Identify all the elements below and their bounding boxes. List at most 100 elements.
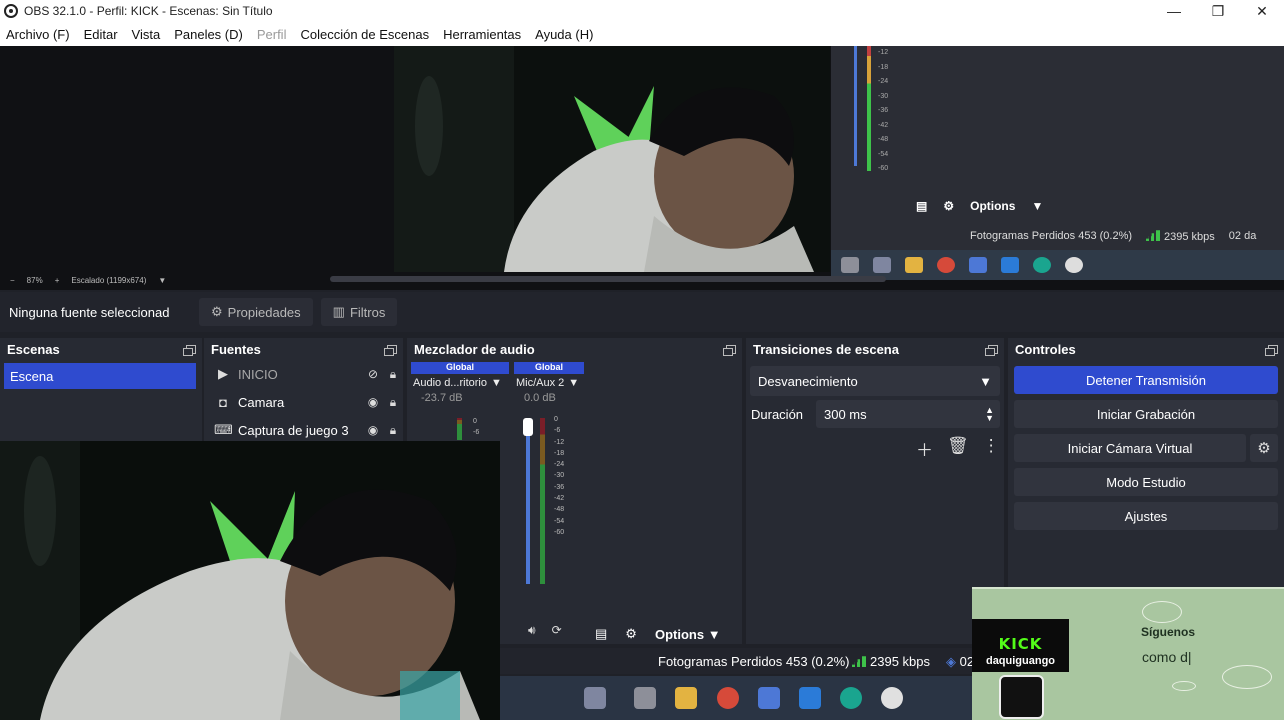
gamepad-icon: ⌨ [214,422,233,437]
window-title: OBS 32.1.0 - Perfil: KICK - Escenas: Sin… [24,4,273,18]
menu-perfil[interactable]: Perfil [257,27,287,42]
preview-scrollbar[interactable] [330,276,886,282]
scaling-label: Escalado (1199x674) [71,275,147,285]
source-item[interactable]: ▶ INICIO ⊘ 🔒︎ [204,360,403,388]
stream-time: ◈ 02 [946,654,975,669]
lock-icon[interactable]: 🔒︎ [383,395,403,410]
caret-down-icon: ▼ [979,373,992,389]
menu-bar: Archivo (F) Editar Vista Paneles (D) Per… [0,22,1284,46]
volume-fader-knob[interactable] [523,418,533,436]
undock-icon[interactable] [183,344,196,356]
chrome-icon[interactable] [717,687,739,709]
lock-icon[interactable]: 🔒︎ [383,367,403,382]
edge-icon[interactable] [840,687,862,709]
menu-paneles[interactable]: Paneles (D) [174,27,243,42]
undock-icon[interactable] [723,344,736,356]
studio-mode-button[interactable]: Modo Estudio [1014,468,1278,496]
menu-herramientas[interactable]: Herramientas [443,27,521,42]
webcam-person-illustration [394,46,830,272]
mixer-title: Mezclador de audio [414,341,535,357]
caret-down-icon: ▼ [490,377,502,389]
source-toolbar: Ninguna fuente seleccionad ⚙ Propiedades… [0,292,1284,332]
camera-icon: ◘ [219,394,227,410]
meter-ticks: 0 -6 [473,418,480,437]
cloud-decoration [1172,681,1196,691]
hidden-eye-icon[interactable]: ⊘ [363,367,383,381]
lock-icon[interactable]: 🔒︎ [383,423,403,438]
overlay-layout-icon: ▤ [916,199,928,213]
scene-item[interactable]: Escena [4,363,196,389]
menu-editar[interactable]: Editar [84,27,118,42]
volume-fader-track[interactable] [526,426,530,584]
taskbar-app-icon[interactable] [634,687,656,709]
gear-icon[interactable]: ⚙ [625,626,637,642]
source-item[interactable]: ⌨ Captura de juego 3 ◉ 🔒︎ [204,416,403,444]
overlay-audio-meter [854,46,871,176]
mail-icon[interactable] [799,687,821,709]
play-icon: ▶ [218,366,228,381]
title-bar: OBS 32.1.0 - Perfil: KICK - Escenas: Sin… [0,0,1284,22]
store-icon[interactable] [758,687,780,709]
dropped-frames: Fotogramas Perdidos 453 (0.2%) [658,654,850,669]
trash-icon[interactable]: 🗑︎ [947,436,969,461]
channel-name-dropdown[interactable]: Mic/Aux 2 ▼ [514,374,584,392]
meter-ticks: 0 -6 -12 -18 -24 -30 -36 -42 -48 -54 -60 [554,416,565,536]
channel-tag: Global [514,362,584,374]
overlay-app-icon [873,257,891,273]
virtual-cam-settings-icon[interactable]: ⚙ [1250,434,1278,462]
menu-coleccion-escenas[interactable]: Colección de Escenas [300,27,429,42]
start-recording-button[interactable]: Iniciar Grabación [1014,400,1278,428]
webcam-overlay-image [0,441,500,720]
monitor-icon[interactable]: ⟳ [552,623,562,638]
duration-row: Duración 300 ms ▲ ▼ [750,400,1000,428]
window-controls: — ❐ ✕ [1152,0,1284,22]
more-icon[interactable]: ⋮ [983,436,1000,461]
undock-icon[interactable] [985,344,998,356]
channel-name-dropdown[interactable]: Audio d...ritorio ▼ [411,374,509,392]
options-button[interactable]: Options ▼ [655,627,721,642]
filters-button[interactable]: ▥ Filtros [320,298,398,326]
no-source-label: Ninguna fuente seleccionad [9,304,169,320]
menu-vista[interactable]: Vista [132,27,161,42]
overlay-mixer-toolbar: ▤ ⚙ Options ▼ [916,199,1043,213]
speaker-icon[interactable]: 🔊︎ [528,623,536,638]
overlay-store-icon [969,257,987,273]
transitions-title: Transiciones de escena [753,341,899,357]
undock-icon[interactable] [384,344,397,356]
menu-archivo[interactable]: Archivo (F) [6,27,70,42]
start-virtual-camera-button[interactable]: Iniciar Cámara Virtual [1014,434,1246,462]
transition-select[interactable]: Desvanecimiento ▼ [750,366,1000,396]
obs-icon[interactable] [881,687,903,709]
source-item[interactable]: ◘ Camara ◉ 🔒︎ [204,388,403,416]
taskbar-app-icon[interactable] [584,687,606,709]
eye-icon[interactable]: ◉ [363,423,383,437]
follow-subtext: como d| [1142,649,1192,665]
virtual-cam-row: Iniciar Cámara Virtual ⚙ [1014,434,1278,462]
zoom-out-icon[interactable]: − [10,276,15,285]
zoom-in-icon[interactable]: + [55,276,60,285]
maximize-button[interactable]: ❐ [1196,0,1240,22]
menu-ayuda[interactable]: Ayuda (H) [535,27,593,42]
spin-arrows-icon[interactable]: ▲ ▼ [985,406,994,423]
overlay-options-label: Options [970,199,1016,213]
overlay-chrome-icon [937,257,955,273]
undock-icon[interactable] [1265,344,1278,356]
webcam-preview-image [394,46,830,272]
channel-avatar [999,675,1044,719]
preview-canvas[interactable]: -12 -18 -24 -30 -36 -42 -48 -54 -60 ▤ ⚙ Option… [0,46,1284,290]
minimize-button[interactable]: — [1152,0,1196,22]
webcam-person-illustration [0,441,500,720]
layout-icon[interactable]: ▤ [595,626,607,642]
kick-overlay: KICK daquiguango Síguenos como d| [972,587,1284,720]
close-button[interactable]: ✕ [1240,0,1284,22]
add-icon[interactable]: ＋ [916,436,933,461]
properties-button[interactable]: ⚙ Propiedades [199,298,313,326]
cloud-decoration [1142,601,1182,623]
settings-button[interactable]: Ajustes [1014,502,1278,530]
stop-stream-button[interactable]: Detener Transmisión [1014,366,1278,394]
scaling-dropdown-icon[interactable]: ▼ [158,276,166,285]
file-explorer-icon[interactable] [675,687,697,709]
duration-spinbox[interactable]: 300 ms ▲ ▼ [816,400,1000,428]
eye-icon[interactable]: ◉ [363,395,383,409]
signal-bars-icon [852,656,866,667]
